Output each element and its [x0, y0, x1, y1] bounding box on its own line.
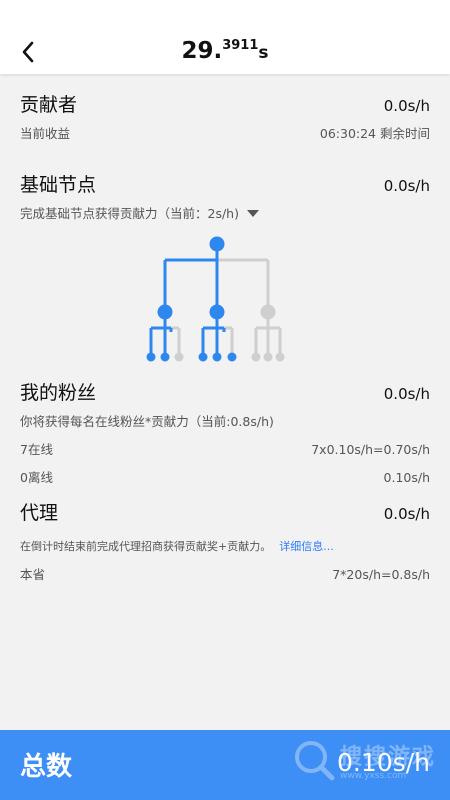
fans-title: 我的粉丝	[20, 382, 97, 404]
total-value: 0.10s/h	[337, 748, 430, 777]
base-node-rate: 0.0s/h	[383, 177, 430, 195]
base-node-desc: 完成基础节点获得贡献力（当前：2s/h)	[20, 206, 239, 221]
title-unit: s	[258, 43, 269, 63]
node-tree-diagram	[146, 236, 285, 362]
fans-desc: 你将获得每名在线粉丝*贡献力（当前:0.8s/h)	[20, 414, 274, 429]
base-node-dropdown[interactable]: 完成基础节点获得贡献力（当前：2s/h)	[20, 203, 430, 222]
dropdown-caret-icon	[246, 210, 259, 217]
total-bar: 总数 搜搜游戏 www.yxss.com 0.10s/h	[0, 730, 450, 800]
base-node-section: 基础节点 0.0s/h 完成基础节点获得贡献力（当前：2s/h)	[20, 170, 430, 222]
remaining-time: 06:30:24 剩余时间	[319, 126, 430, 141]
total-label: 总数	[20, 752, 73, 782]
contributor-rate: 0.0s/h	[383, 97, 430, 115]
current-earnings-label: 当前收益	[20, 126, 71, 141]
fans-online-value: 7x0.10s/h=0.70s/h	[311, 442, 430, 457]
details-link[interactable]: 详细信息...	[279, 540, 334, 553]
top-bar: 29.3911s	[0, 0, 450, 74]
fans-online-label: 7在线	[20, 442, 53, 457]
title-main: 29.	[181, 38, 223, 64]
fans-offline-label: 0离线	[20, 470, 53, 485]
contributor-section: 贡献者 0.0s/h 当前收益 06:30:24 剩余时间	[20, 90, 430, 142]
agent-section: 代理 0.0s/h 在倒计时结束前完成代理招商获得贡献奖+贡献力。 详细信息...…	[20, 498, 430, 583]
title-decimal: 3911	[222, 38, 259, 53]
search-icon	[294, 741, 335, 781]
agent-rate: 0.0s/h	[383, 505, 430, 523]
page-title: 29.3911s	[0, 38, 450, 64]
agent-title: 代理	[20, 502, 59, 524]
fans-section: 我的粉丝 0.0s/h 你将获得每名在线粉丝*贡献力（当前:0.8s/h) 7在…	[20, 378, 430, 486]
agent-desc: 在倒计时结束前完成代理招商获得贡献奖+贡献力。	[20, 540, 272, 553]
fans-offline-value: 0.10s/h	[383, 470, 430, 485]
base-node-title: 基础节点	[20, 174, 97, 196]
province-label: 本省	[20, 567, 46, 582]
fans-rate: 0.0s/h	[383, 385, 430, 403]
contributor-title: 贡献者	[20, 94, 78, 116]
province-value: 7*20s/h=0.8s/h	[332, 567, 430, 582]
